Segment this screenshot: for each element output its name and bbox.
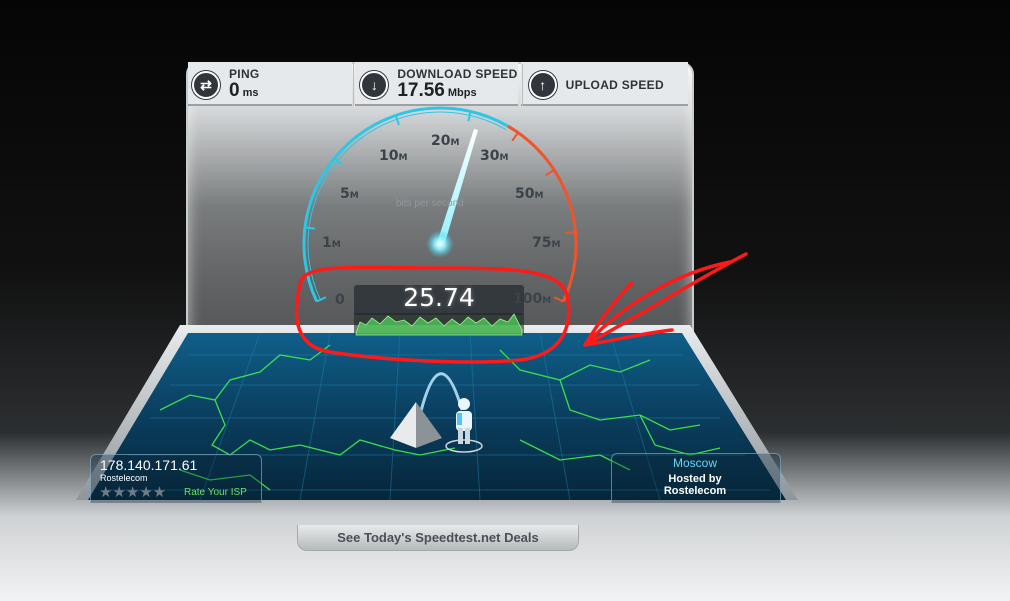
tick-20m: 20M bbox=[431, 133, 460, 149]
gauge-tick-mark bbox=[565, 231, 576, 235]
tick-5m: 5M bbox=[340, 186, 359, 202]
bps-label: bits per second bbox=[396, 198, 464, 209]
rating-stars[interactable]: ★★★★★ bbox=[99, 483, 166, 501]
gauge-tick-mark bbox=[545, 169, 555, 177]
tick-10m: 10M bbox=[379, 148, 408, 164]
gauge-tick-mark bbox=[553, 296, 564, 303]
client-isp: Rostelecom bbox=[100, 473, 148, 483]
gauge-arc-hot bbox=[507, 124, 578, 303]
client-ip: 178.140.171.61 bbox=[100, 457, 198, 473]
gauge-tick-mark bbox=[394, 115, 400, 126]
throughput-graph bbox=[354, 313, 524, 336]
rate-isp-link[interactable]: Rate Your ISP bbox=[184, 487, 247, 498]
gauge-tick-mark bbox=[511, 132, 519, 142]
speedtest-app: ⇄ PING 0 ms ↓ DOWNLOAD SPEED 17.56 Mbps ↑ … bbox=[0, 0, 1010, 601]
tick-30m: 30M bbox=[480, 148, 509, 164]
gauge-tick-mark bbox=[467, 111, 472, 122]
tick-75m: 75M bbox=[532, 235, 561, 251]
deals-button[interactable]: See Today's Speedtest.net Deals bbox=[297, 525, 579, 551]
tick-1m: 1M bbox=[322, 235, 341, 251]
server-city: Moscow bbox=[672, 456, 717, 470]
tick-0: 0 bbox=[335, 292, 345, 308]
tick-50m: 50M bbox=[515, 186, 544, 202]
speed-gauge bbox=[302, 106, 578, 336]
needle-hub bbox=[426, 230, 454, 258]
gauge-tick-mark bbox=[304, 226, 316, 230]
server-host: Hosted by Rostelecom bbox=[663, 473, 727, 497]
current-speed-readout: 25.74 bbox=[403, 283, 475, 312]
tick-100m: 100M bbox=[513, 291, 552, 307]
